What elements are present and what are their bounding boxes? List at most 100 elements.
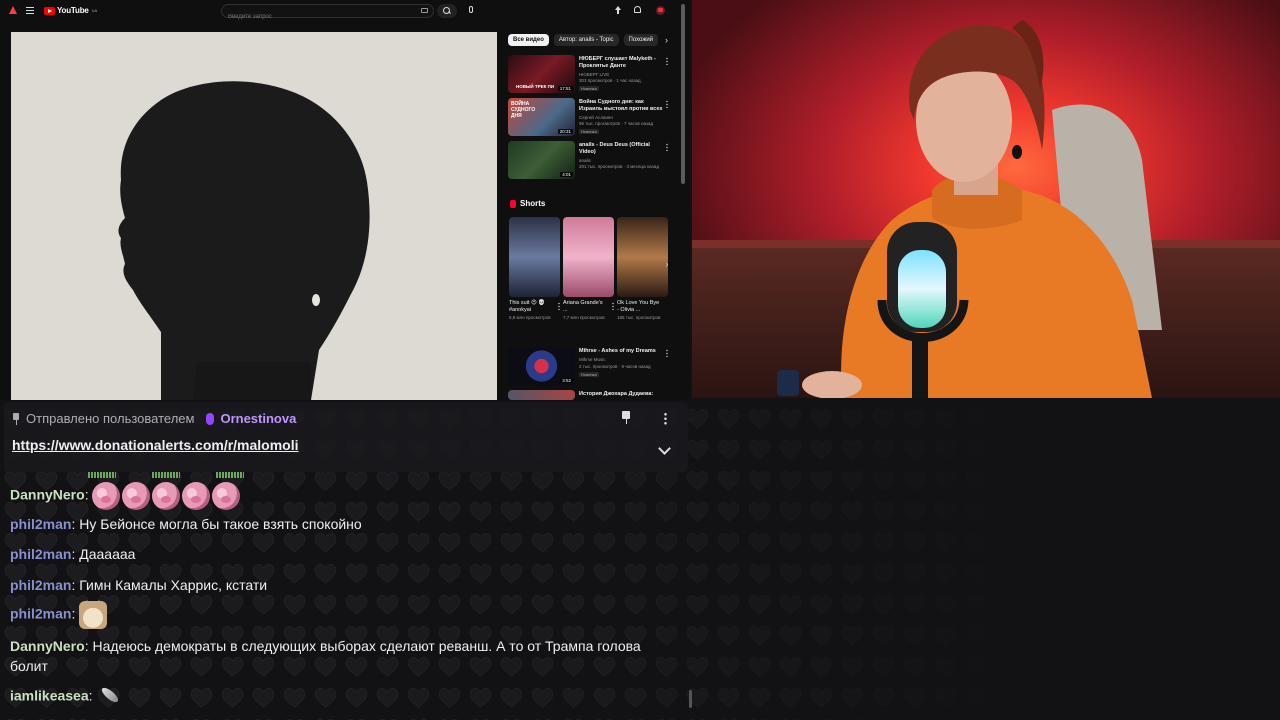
chat-username[interactable]: phil2man xyxy=(10,546,71,562)
new-badge: Новинка xyxy=(579,86,599,91)
youtube-window: YouTubeUA Все видео Автор: anails - Topi… xyxy=(0,0,690,400)
recommendation-item[interactable]: История Джохара Дудаева: xyxy=(508,390,678,400)
keyboard-icon[interactable] xyxy=(421,8,428,13)
chip-author[interactable]: Автор: anails - Topic xyxy=(553,34,619,46)
chat-separator: : xyxy=(84,486,93,503)
chevron-right-icon[interactable]: › xyxy=(660,258,674,272)
video-duration: 17:51 xyxy=(557,86,573,91)
pinned-label: Отправлено пользователем xyxy=(26,411,195,426)
vertical-dots-icon[interactable] xyxy=(666,57,668,65)
chat-message: DannyNero: Надеюсь демократы в следующих… xyxy=(10,636,650,676)
youtube-search-input[interactable] xyxy=(222,11,412,23)
chat-username[interactable]: DannyNero xyxy=(10,638,85,654)
pig-emote-icon[interactable] xyxy=(182,482,211,510)
video-title: Война Судного дня: как Израиль выстоял п… xyxy=(579,99,663,112)
avatar[interactable] xyxy=(656,6,665,15)
short-views: 185 тыс. просмотров xyxy=(617,315,661,320)
chat-text: Гимн Камалы Харрис, кстати xyxy=(79,577,268,593)
chat-username[interactable]: phil2man xyxy=(10,516,71,532)
chip-similar[interactable]: Похожий xyxy=(623,34,659,46)
recommendation-item[interactable]: 3:52 Mihrse - Ashes of my Dreams Mihrse … xyxy=(508,347,678,387)
chat-log: DannyNero: phil2man: Ну Бейонсе могла бы… xyxy=(0,472,692,720)
video-title: Mihrse - Ashes of my Dreams xyxy=(579,348,656,354)
hamburger-menu-icon[interactable] xyxy=(26,7,34,14)
search-icon[interactable] xyxy=(437,4,457,18)
video-duration: 4:01 xyxy=(560,172,573,177)
vertical-dots-icon[interactable] xyxy=(612,302,614,310)
youtube-scrollbar[interactable] xyxy=(681,4,685,184)
new-badge: Новинка xyxy=(579,372,599,377)
bell-icon[interactable] xyxy=(634,6,641,13)
youtube-logo[interactable]: YouTube UA xyxy=(44,6,97,15)
short-item[interactable]: Ariana Grande's ... 7,7 млн просмотров xyxy=(563,217,614,321)
video-thumbnail: 3:52 xyxy=(508,347,575,385)
mic-icon[interactable] xyxy=(469,6,473,13)
short-title: Ok Love You Bye - Olivia ... xyxy=(617,300,660,313)
chat-username[interactable]: phil2man xyxy=(10,606,71,622)
video-title: История Джохара Дудаева: xyxy=(579,391,654,397)
chevron-right-icon[interactable]: › xyxy=(665,35,668,45)
youtube-topbar: YouTube UA xyxy=(0,0,690,23)
video-player[interactable] xyxy=(11,32,497,400)
short-thumbnail xyxy=(563,217,614,297)
emote-fragment xyxy=(216,472,244,478)
recommendation-item[interactable]: 4:01 anails - Deus Deus (Official Video)… xyxy=(508,141,678,181)
video-thumbnail xyxy=(508,390,575,400)
vertical-dots-icon[interactable] xyxy=(666,143,668,151)
video-duration: 20:31 xyxy=(557,129,573,134)
youtube-play-icon xyxy=(44,6,55,15)
chat-message: phil2man: Гимн Камалы Харрис, кстати xyxy=(10,575,650,595)
webcam-scene xyxy=(692,0,1280,398)
video-duration: 3:52 xyxy=(560,378,573,383)
video-thumbnail: ВОЙНА СУДНОГО ДНЯ 20:31 xyxy=(508,98,575,136)
youtube-region-code: UA xyxy=(91,8,98,13)
recommendation-item[interactable]: ВОЙНА СУДНОГО ДНЯ 20:31 Война Судного дн… xyxy=(508,98,678,138)
pig-emote-icon[interactable] xyxy=(152,482,181,510)
video-title: anails - Deus Deus (Official Video) xyxy=(579,142,650,155)
video-title: НЮБЕРГ слушает Malyketh - Проклятье Дант… xyxy=(579,56,656,69)
donation-link[interactable]: https://www.donationalerts.com/r/malomol… xyxy=(12,437,299,453)
pin-icon xyxy=(12,412,20,425)
vertical-dots-icon[interactable] xyxy=(664,412,667,425)
unpin-icon[interactable] xyxy=(621,411,631,425)
recommendation-item[interactable]: НОВЫЙ ТРЕК ПИ 17:51 НЮБЕРГ слушает Malyk… xyxy=(508,55,678,95)
emote-fragment xyxy=(152,472,180,478)
chat-text: Дааааaa xyxy=(79,546,136,562)
pig-emote-icon[interactable] xyxy=(92,482,121,510)
short-title: Ariana Grande's ... xyxy=(563,300,603,313)
warning-icon xyxy=(9,6,17,14)
short-item[interactable]: This suit 😍 💀 #anokyai 5,8 млн просмотро… xyxy=(509,217,560,321)
chat-text: Ну Бейонсе могла бы такое взять спокойно xyxy=(79,516,362,532)
chat-username[interactable]: DannyNero xyxy=(10,487,85,503)
chat-message: iamlikeasea: xyxy=(10,685,650,709)
short-views: 7,7 млн просмотров xyxy=(563,315,605,320)
chat-message: DannyNero: xyxy=(10,482,650,510)
chat-message: phil2man: Ну Бейонсе могла бы такое взят… xyxy=(10,514,650,534)
chat-username[interactable]: iamlikeasea xyxy=(10,688,89,704)
short-thumbnail xyxy=(509,217,560,297)
pig-emote-icon[interactable] xyxy=(212,482,241,510)
vertical-dots-icon[interactable] xyxy=(666,349,668,357)
feather-emote-icon[interactable] xyxy=(96,685,122,709)
thumbnail-caption: ВОЙНА СУДНОГО ДНЯ xyxy=(511,101,536,119)
youtube-logo-text: YouTube xyxy=(57,6,89,15)
vertical-dots-icon[interactable] xyxy=(666,100,668,108)
short-title: This suit 😍 💀 #anokyai xyxy=(509,300,546,313)
thumbnail-caption: НОВЫЙ ТРЕК ПИ xyxy=(516,84,555,89)
pig-emote-icon[interactable] xyxy=(122,482,151,510)
chat-username[interactable]: phil2man xyxy=(10,577,71,593)
webcam-feed xyxy=(692,0,1280,398)
pinned-username[interactable]: Ornestinova xyxy=(220,411,296,426)
vertical-dots-icon[interactable] xyxy=(558,302,560,310)
shorts-title: Shorts xyxy=(520,199,546,208)
youtube-search-box[interactable] xyxy=(221,4,434,23)
video-frame-silhouette xyxy=(11,32,497,400)
chevron-down-icon[interactable] xyxy=(658,442,671,455)
video-thumbnail: 4:01 xyxy=(508,141,575,179)
chat-scrollbar[interactable] xyxy=(689,690,692,708)
chip-all-videos[interactable]: Все видео xyxy=(508,34,549,46)
chat-separator: : xyxy=(88,687,97,704)
cat-emote-icon[interactable] xyxy=(79,600,108,629)
upload-icon[interactable] xyxy=(614,6,622,14)
channel-name: Mihrse Music xyxy=(579,357,606,362)
